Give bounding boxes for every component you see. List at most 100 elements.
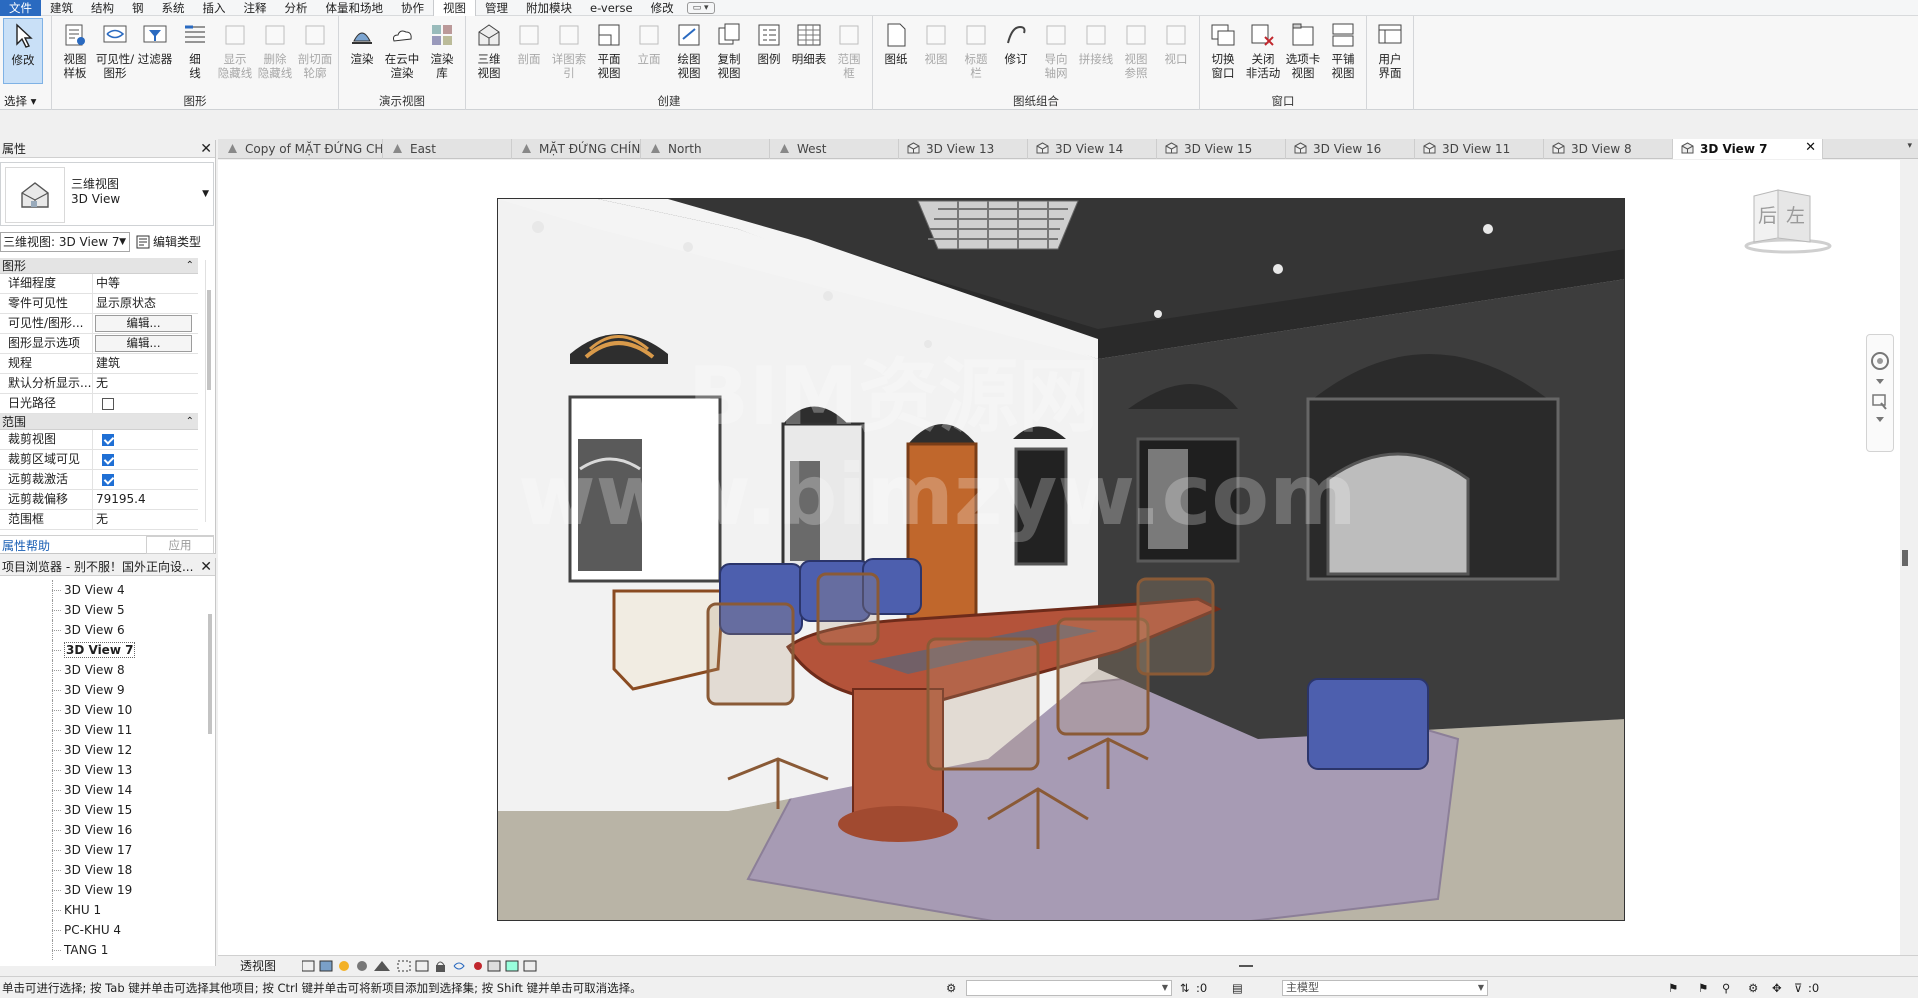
browser-view-item[interactable]: 3D View 6 <box>0 620 210 640</box>
document-tab[interactable]: 3D View 15 <box>1157 139 1286 159</box>
worksharing-icon[interactable] <box>487 960 501 971</box>
property-value[interactable]: 无 <box>93 510 198 529</box>
browser-view-item[interactable]: 3D View 15 <box>0 800 210 820</box>
browser-view-item[interactable]: 3D View 8 <box>0 660 210 680</box>
menu-tab[interactable]: 协作 <box>392 0 433 16</box>
instance-view-selector[interactable]: 三维视图: 3D View 7 ▼ <box>0 232 130 252</box>
shadows-icon[interactable] <box>357 960 367 971</box>
menu-tab[interactable]: 注释 <box>235 0 276 16</box>
close-icon[interactable]: ✕ <box>200 559 212 575</box>
browser-view-item[interactable]: KHU 1 <box>0 900 210 920</box>
ribbon-minimize-toggle[interactable]: ▭ ▾ <box>686 1 715 14</box>
design-options-icon[interactable]: ▤ <box>1232 981 1243 995</box>
property-value[interactable]: 显示原状态 <box>93 294 198 313</box>
collapse-icon[interactable]: ⌃ <box>186 414 194 430</box>
document-tab[interactable]: 3D View 7 ✕ <box>1673 139 1823 159</box>
property-value[interactable] <box>93 394 198 413</box>
menu-tab[interactable]: 钢 <box>123 0 153 16</box>
document-tab[interactable]: East <box>383 139 512 159</box>
browser-scrollbar[interactable] <box>208 614 212 734</box>
property-value[interactable]: 79195.4 <box>93 490 198 509</box>
menu-tab[interactable]: 体量和场地 <box>317 0 393 16</box>
property-value[interactable]: 无 <box>93 374 198 393</box>
viewcube-face-left[interactable]: 左 <box>1786 205 1805 227</box>
ribbon-button[interactable]: 修改 <box>3 18 43 84</box>
browser-view-item[interactable]: TANG 1 <box>0 940 210 960</box>
menu-tab[interactable]: 系统 <box>153 0 194 16</box>
close-icon[interactable]: ✕ <box>1805 140 1816 155</box>
browser-view-item[interactable]: 3D View 9 <box>0 680 210 700</box>
menu-tab[interactable]: 文件 <box>0 0 41 16</box>
analytical-model-icon[interactable] <box>505 960 519 971</box>
crop-region-icon[interactable] <box>415 960 429 971</box>
properties-scrollbar[interactable] <box>205 260 211 522</box>
zoom-icon[interactable] <box>1872 394 1887 410</box>
drawing-area[interactable]: BIM资源网 www.bimzyw.com 后 左 <box>218 160 1910 955</box>
menu-tab[interactable]: 分析 <box>276 0 317 16</box>
property-value[interactable]: 编辑... <box>93 314 198 333</box>
edit-button[interactable]: 编辑... <box>95 315 192 332</box>
document-tab[interactable]: 3D View 14 <box>1028 139 1157 159</box>
select-pinned-icon[interactable]: ⚲ <box>1722 981 1730 995</box>
checkbox[interactable] <box>102 434 114 446</box>
viewcube[interactable]: 后 左 <box>1744 186 1832 256</box>
ribbon-button[interactable]: 用户 界面 <box>1370 18 1410 110</box>
3d-view-viewport[interactable]: BIM资源网 www.bimzyw.com <box>497 198 1625 921</box>
browser-view-item[interactable]: 3D View 14 <box>0 780 210 800</box>
design-option-selector[interactable]: 主模型 ▼ <box>1282 980 1488 996</box>
ribbon-panel-title[interactable]: 图形 <box>52 93 338 109</box>
browser-view-item[interactable]: 3D View 5 <box>0 600 210 620</box>
edit-type-button[interactable]: 编辑类型 <box>136 232 201 252</box>
tab-list-chevron-icon[interactable]: ▾ <box>1907 141 1912 151</box>
browser-view-item[interactable]: 3D View 17 <box>0 840 210 860</box>
document-tab[interactable]: West <box>770 139 899 159</box>
checkbox[interactable] <box>102 474 114 486</box>
edit-button[interactable]: 编辑... <box>95 335 192 352</box>
property-value[interactable]: 中等 <box>93 274 198 293</box>
document-tab[interactable]: North <box>641 139 770 159</box>
property-section-header[interactable]: 图形 ⌃ <box>0 258 198 274</box>
property-value[interactable]: 建筑 <box>93 354 198 373</box>
chevron-down-icon[interactable] <box>1876 379 1884 384</box>
visual-style-icon[interactable] <box>319 960 333 971</box>
detail-level-icon[interactable] <box>302 960 315 971</box>
select-links-icon[interactable]: ⚑ <box>1668 981 1678 995</box>
select-panel-dropdown[interactable]: 选择 ▾ <box>0 93 36 109</box>
browser-view-item[interactable]: 3D View 12 <box>0 740 210 760</box>
lock-view-icon[interactable] <box>436 961 445 972</box>
ribbon-panel-title[interactable]: 演示视图 <box>339 93 465 109</box>
menu-tab[interactable]: 附加模块 <box>517 0 581 16</box>
view-scale-label[interactable]: 透视图 <box>240 957 302 974</box>
menu-tab[interactable]: 建筑 <box>41 0 82 16</box>
browser-view-item[interactable]: PC-KHU 4 <box>0 920 210 940</box>
steering-wheel-icon[interactable] <box>1871 352 1889 370</box>
canvas-vertical-scrollbar[interactable] <box>1900 160 1910 955</box>
viewcube-face-back[interactable]: 后 <box>1758 205 1777 227</box>
browser-view-item[interactable]: 3D View 18 <box>0 860 210 880</box>
property-value[interactable] <box>93 450 198 469</box>
menu-tab[interactable]: 结构 <box>82 0 123 16</box>
chevron-down-icon[interactable]: ▼ <box>202 189 209 199</box>
document-tab[interactable]: 3D View 11 <box>1415 139 1544 159</box>
filter-icon[interactable]: ⊽ <box>1794 981 1802 995</box>
checkbox[interactable] <box>102 398 114 410</box>
drag-elements-icon[interactable]: ✥ <box>1772 981 1782 995</box>
document-tab[interactable]: 3D View 8 <box>1544 139 1673 159</box>
editing-requests-icon[interactable]: ⇅ <box>1180 981 1190 995</box>
highlight-displacement-icon[interactable] <box>523 960 537 971</box>
type-selector[interactable]: 三维视图 3D View ▼ <box>0 162 214 226</box>
browser-view-item[interactable]: 3D View 13 <box>0 760 210 780</box>
chevron-down-icon[interactable] <box>1876 417 1884 422</box>
menu-tab[interactable]: 插入 <box>194 0 235 16</box>
property-value[interactable] <box>93 430 198 449</box>
document-tab[interactable]: MẶT ĐỨNG CHÍNH <box>512 139 641 159</box>
browser-view-item[interactable]: 3D View 19 <box>0 880 210 900</box>
ribbon-panel-title[interactable]: 创建 <box>466 93 872 109</box>
browser-view-item[interactable]: 3D View 10 <box>0 700 210 720</box>
select-by-face-icon[interactable]: ⚙ <box>1748 981 1758 995</box>
browser-view-item[interactable]: 3D View 4 <box>0 580 210 600</box>
collapse-icon[interactable]: ⌃ <box>186 258 194 274</box>
checkbox[interactable] <box>102 454 114 466</box>
apply-button[interactable]: 应用 <box>146 536 214 554</box>
menu-tab[interactable]: 视图 <box>433 0 476 16</box>
